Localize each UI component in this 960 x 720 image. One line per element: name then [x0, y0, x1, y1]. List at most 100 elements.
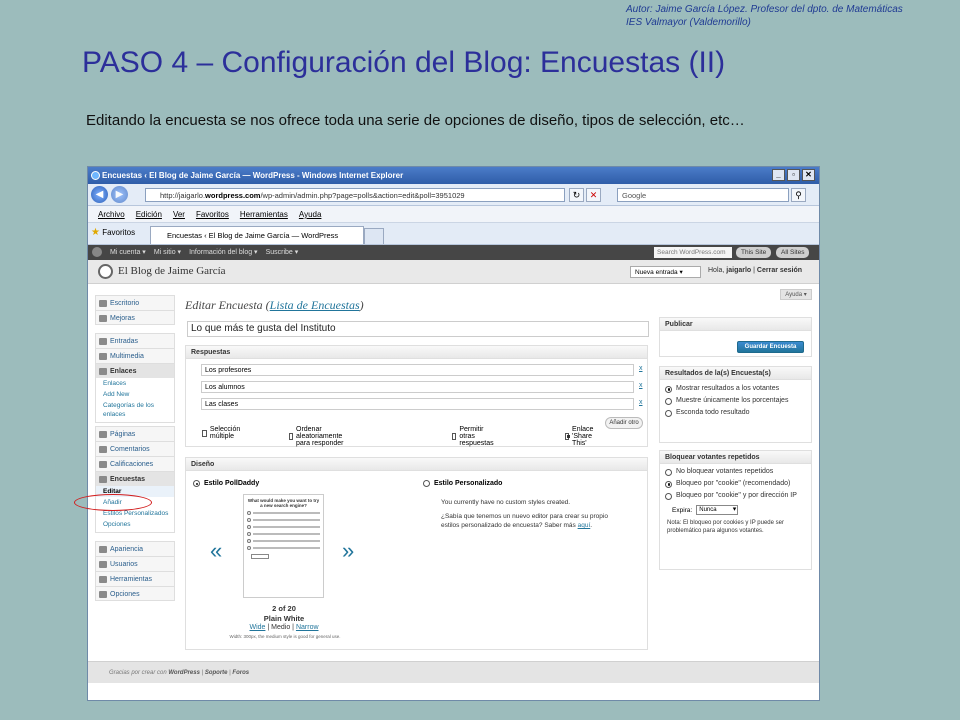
- option-other-answers-checkbox[interactable]: [452, 433, 457, 440]
- sidebar-item-multimedia[interactable]: Multimedia: [95, 348, 175, 363]
- option-multiple[interactable]: Selección múltiple: [202, 426, 242, 440]
- comments-icon: [99, 446, 107, 453]
- favorites-button[interactable]: ★ Favoritos: [91, 227, 135, 239]
- back-icon[interactable]: ◀: [91, 186, 108, 203]
- sidebar-item-herramientas[interactable]: Herramientas: [95, 571, 175, 586]
- sidebar-item-comentarios[interactable]: Comentarios: [95, 441, 175, 456]
- sidebar-item-encuestas[interactable]: Encuestas: [95, 471, 175, 486]
- sidebar-item-calificaciones[interactable]: Calificaciones: [95, 456, 175, 471]
- poll-list-link[interactable]: Lista de Encuestas: [270, 298, 360, 312]
- answer-input-3[interactable]: Las clases: [201, 398, 634, 410]
- search-icon[interactable]: ⚲: [791, 188, 806, 202]
- sidebar-item-usuarios[interactable]: Usuarios: [95, 556, 175, 571]
- new-entry-select[interactable]: Nueva entrada ▾: [630, 266, 701, 278]
- menu-herramientas[interactable]: Herramientas: [240, 206, 288, 222]
- admin-bar-blog-info[interactable]: Información del blog ▾: [189, 245, 258, 260]
- this-site-button[interactable]: This Site: [736, 247, 772, 258]
- logout-link[interactable]: Cerrar sesión: [757, 267, 802, 274]
- menu-ayuda[interactable]: Ayuda: [299, 206, 322, 222]
- save-poll-button[interactable]: Guardar Encuesta: [737, 341, 804, 353]
- search-input[interactable]: Google: [617, 188, 789, 202]
- sidebar-sub-enlaces[interactable]: Enlaces: [95, 378, 175, 389]
- all-sites-button[interactable]: All Sites: [776, 247, 810, 258]
- new-tab-button[interactable]: [364, 228, 384, 244]
- highlight-ellipse: [74, 494, 152, 511]
- sidebar-item-opciones[interactable]: Opciones: [95, 586, 175, 601]
- close-icon[interactable]: ✕: [802, 169, 815, 181]
- stop-icon[interactable]: ✕: [586, 188, 601, 202]
- forward-icon[interactable]: ▶: [111, 186, 128, 203]
- results-option-hide[interactable]: Esconda todo resultado: [665, 408, 811, 418]
- menu-ver[interactable]: Ver: [173, 206, 185, 222]
- admin-bar-my-site[interactable]: Mi sitio ▾: [154, 245, 181, 260]
- footer-support-link[interactable]: Soporte: [205, 670, 228, 676]
- results-option-percent[interactable]: Muestre únicamente los porcentajes: [665, 396, 811, 406]
- publish-box: Publicar Guardar Encuesta: [659, 317, 812, 357]
- option-multiple-checkbox[interactable]: [202, 429, 207, 437]
- admin-bar-subscribe[interactable]: Suscribe ▾: [266, 245, 299, 260]
- window-titlebar: Encuestas ‹ El Blog de Jaime García — Wo…: [88, 167, 819, 184]
- block-option-cookie-ip[interactable]: Bloqueo por "cookie" y por dirección IP: [665, 491, 811, 501]
- help-button[interactable]: Ayuda ▾: [780, 289, 812, 300]
- option-share-this[interactable]: Enlace 'Share This': [565, 426, 596, 447]
- remove-answer-2[interactable]: x: [639, 382, 643, 389]
- results-percent-radio[interactable]: [665, 397, 672, 405]
- add-answer-button[interactable]: Añadir otro: [605, 417, 643, 429]
- sidebar-sub-opciones[interactable]: Opciones: [95, 519, 175, 530]
- size-wide-link[interactable]: Wide: [249, 624, 265, 631]
- next-style-arrow[interactable]: »: [342, 538, 354, 564]
- custom-editor-link[interactable]: aquí: [578, 522, 591, 529]
- wordpress-logo-icon: [98, 264, 113, 279]
- style-polldaddy-option[interactable]: Estilo PollDaddy: [193, 480, 259, 487]
- style-custom-option[interactable]: Estilo Personalizado: [423, 480, 502, 487]
- page-title: Editar Encuesta (Lista de Encuestas): [185, 298, 364, 312]
- menu-favoritos[interactable]: Favoritos: [196, 206, 229, 222]
- option-share-this-checkbox[interactable]: [565, 433, 571, 440]
- sidebar-item-escritorio[interactable]: Escritorio: [95, 295, 175, 310]
- option-random-order[interactable]: Ordenar aleatoriamente para responder: [289, 426, 345, 447]
- prev-style-arrow[interactable]: «: [210, 538, 222, 564]
- minimize-icon[interactable]: _: [772, 169, 785, 181]
- ratings-icon: [99, 461, 107, 468]
- footer-forums-link[interactable]: Foros: [232, 670, 249, 676]
- block-voters-box: Bloquear votantes repetidos No bloquear …: [659, 450, 812, 570]
- option-other-answers[interactable]: Permitir otras respuestas: [452, 426, 496, 447]
- block-option-cookie[interactable]: Bloqueo por "cookie" (recomendado): [665, 479, 811, 489]
- wp-logo-icon: [92, 247, 102, 257]
- results-hide-radio[interactable]: [665, 409, 672, 417]
- style-polldaddy-radio[interactable]: [193, 480, 200, 487]
- answer-input-2[interactable]: Los alumnos: [201, 381, 634, 393]
- block-option-none[interactable]: No bloquear votantes repetidos: [665, 467, 811, 477]
- expire-select[interactable]: Nunca: [696, 505, 739, 515]
- menu-archivo[interactable]: Archivo: [98, 206, 125, 222]
- username-link[interactable]: jaigarlo: [726, 267, 751, 274]
- browser-tab[interactable]: Encuestas ‹ El Blog de Jaime García — Wo…: [150, 226, 364, 244]
- refresh-icon[interactable]: ↻: [569, 188, 584, 202]
- block-cookie-ip-radio[interactable]: [665, 492, 672, 500]
- remove-answer-3[interactable]: x: [639, 399, 643, 406]
- results-show-radio[interactable]: [665, 385, 672, 393]
- wp-search-input[interactable]: Search WordPress.com: [654, 247, 732, 258]
- style-custom-radio[interactable]: [423, 480, 430, 487]
- sidebar-item-entradas[interactable]: Entradas: [95, 333, 175, 348]
- sidebar-item-paginas[interactable]: Páginas: [95, 426, 175, 441]
- sidebar-item-mejoras[interactable]: Mejoras: [95, 310, 175, 325]
- sidebar-item-enlaces[interactable]: Enlaces: [95, 363, 175, 378]
- maximize-icon[interactable]: ▫: [787, 169, 800, 181]
- menu-edicion[interactable]: Edición: [136, 206, 162, 222]
- blog-name[interactable]: El Blog de Jaime García: [118, 265, 226, 277]
- results-option-show[interactable]: Mostrar resultados a los votantes: [665, 384, 811, 394]
- size-narrow-link[interactable]: Narrow: [296, 624, 319, 631]
- sidebar-item-apariencia[interactable]: Apariencia: [95, 541, 175, 556]
- address-input[interactable]: http://jaigarlo.wordpress.com/wp-admin/a…: [145, 188, 565, 202]
- block-cookie-radio[interactable]: [665, 480, 672, 488]
- answer-input-1[interactable]: Los profesores: [201, 364, 634, 376]
- footer-wordpress-link[interactable]: WordPress: [168, 670, 200, 676]
- sidebar-sub-add-new[interactable]: Add New: [95, 389, 175, 400]
- block-none-radio[interactable]: [665, 468, 672, 476]
- admin-bar-my-account[interactable]: Mi cuenta ▾: [110, 245, 146, 260]
- poll-question-input[interactable]: Lo que más te gusta del Instituto: [187, 321, 649, 337]
- remove-answer-1[interactable]: x: [639, 365, 643, 372]
- option-random-order-checkbox[interactable]: [289, 433, 293, 440]
- sidebar-sub-link-categories[interactable]: Categorías de los enlaces: [95, 400, 175, 420]
